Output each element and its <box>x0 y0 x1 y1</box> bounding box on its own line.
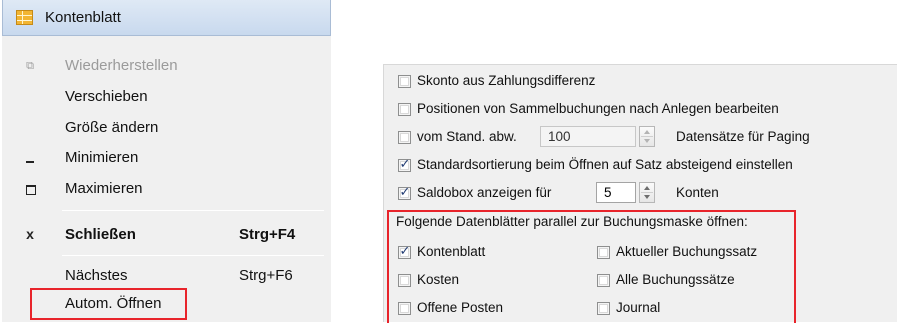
restore-icon: ⧉ <box>26 60 34 72</box>
paging-suffix-label: Datensätze für Paging <box>676 129 810 144</box>
window-title-bar[interactable]: Kontenblatt <box>2 0 331 36</box>
positionen-checkbox[interactable] <box>398 103 411 116</box>
parallel-aktueller-buchungssatz-label: Aktueller Buchungssatz <box>616 244 758 259</box>
skonto-label: Skonto aus Zahlungsdifferenz <box>417 73 596 88</box>
menu-separator <box>62 210 324 211</box>
parallel-aktueller-buchungssatz-checkbox[interactable] <box>597 246 610 259</box>
menu-item-resize[interactable]: Größe ändern <box>2 115 331 143</box>
highlight-frame <box>30 288 187 320</box>
menu-item-restore[interactable]: ⧉ Wiederherstellen <box>2 53 331 81</box>
saldobox-count-spinner[interactable] <box>639 182 655 203</box>
menu-item-shortcut: Strg+F6 <box>239 267 293 284</box>
menu-item-shortcut: Strg+F4 <box>239 226 296 243</box>
positionen-label: Positionen von Sammelbuchungen nach Anle… <box>417 101 779 116</box>
menu-item-maximize[interactable]: Maximieren <box>2 176 331 204</box>
parallel-kosten-label: Kosten <box>417 272 460 287</box>
parallel-offene-posten-label: Offene Posten <box>417 300 504 315</box>
parallel-kontenblatt-label: Kontenblatt <box>417 244 486 259</box>
menu-item-next[interactable]: Nächstes Strg+F6 <box>2 263 331 291</box>
parallel-journal-label: Journal <box>616 300 661 315</box>
menu-item-label: Verschieben <box>65 88 148 105</box>
spin-down-icon <box>644 139 650 143</box>
paging-checkbox[interactable] <box>398 131 411 144</box>
saldobox-suffix-label: Konten <box>676 185 719 200</box>
menu-item-minimize[interactable]: Minimieren <box>2 145 331 173</box>
saldobox-checkbox[interactable] <box>398 184 411 200</box>
paging-count-spinner[interactable] <box>639 126 655 147</box>
minimize-icon <box>24 152 36 164</box>
saldobox-label: Saldobox anzeigen für <box>417 185 552 200</box>
parallel-alle-buchungssaetze-checkbox[interactable] <box>597 274 610 287</box>
maximize-icon <box>24 183 36 195</box>
table-icon <box>16 10 33 25</box>
close-icon: x <box>26 226 34 242</box>
menu-item-label: Schließen <box>65 226 136 243</box>
menu-item-label: Minimieren <box>65 149 139 166</box>
menu-item-close[interactable]: x Schließen Strg+F4 <box>2 222 331 250</box>
menu-item-move[interactable]: Verschieben <box>2 84 331 112</box>
skonto-checkbox[interactable] <box>398 75 411 88</box>
spin-up-icon <box>644 130 650 134</box>
parallel-kontenblatt-checkbox[interactable] <box>398 243 411 259</box>
parallel-offene-posten-checkbox[interactable] <box>398 302 411 315</box>
options-panel: Skonto aus Zahlungsdifferenz Positionen … <box>383 64 897 323</box>
sortierung-checkbox[interactable] <box>398 156 411 172</box>
parallel-kosten-checkbox[interactable] <box>398 274 411 287</box>
parallel-heading: Folgende Datenblätter parallel zur Buchu… <box>396 214 748 229</box>
spin-up-icon <box>644 186 650 190</box>
sortierung-label: Standardsortierung beim Öffnen auf Satz … <box>417 157 793 172</box>
window-system-menu: Kontenblatt ⧉ Wiederherstellen Verschieb… <box>2 0 331 322</box>
parallel-alle-buchungssaetze-label: Alle Buchungssätze <box>616 272 735 287</box>
paging-count-input[interactable]: 100 <box>540 126 636 147</box>
menu-item-label: Maximieren <box>65 180 143 197</box>
menu-item-label: Wiederherstellen <box>65 57 178 74</box>
menu-item-label: Größe ändern <box>65 119 159 136</box>
saldobox-count-input[interactable]: 5 <box>596 182 636 203</box>
window-title: Kontenblatt <box>45 9 121 26</box>
spin-down-icon <box>644 195 650 199</box>
paging-label: vom Stand. abw. <box>417 129 517 144</box>
menu-item-label: Nächstes <box>65 267 128 284</box>
parallel-journal-checkbox[interactable] <box>597 302 610 315</box>
menu-separator <box>62 255 324 256</box>
